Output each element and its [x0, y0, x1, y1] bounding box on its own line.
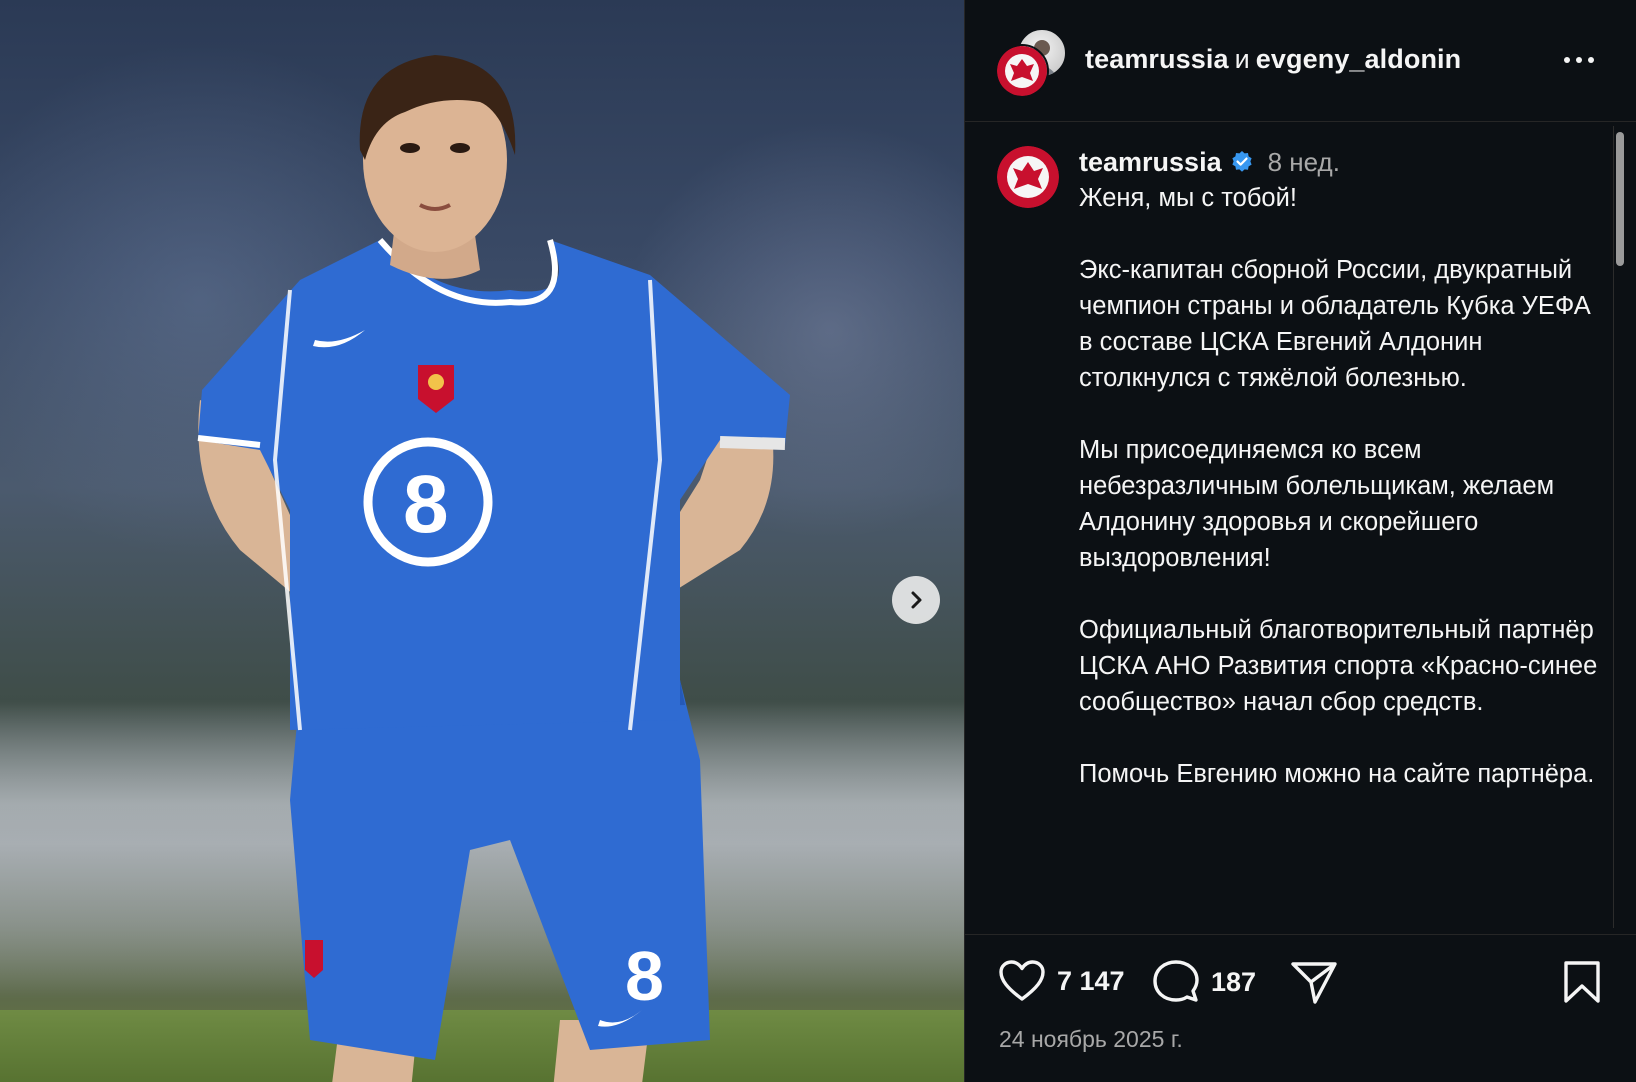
- comments-scrollbar[interactable]: [1613, 126, 1627, 928]
- instagram-post-view: 8 8 teamrussia и evgeny_aldonin teamruss…: [0, 0, 1636, 1082]
- more-options-button[interactable]: [1557, 42, 1601, 78]
- coat-of-arms-icon: [997, 46, 1047, 96]
- heart-icon: [999, 960, 1045, 1001]
- caption-paragraph: Мы присоединяемся ко всем небезразличным…: [1079, 436, 1555, 572]
- post-date[interactable]: 24 ноябрь 2025 г.: [999, 1026, 1183, 1053]
- coat-of-arms-icon: [997, 146, 1059, 208]
- comment-count[interactable]: 187: [1211, 967, 1256, 998]
- player-photo: 8 8: [197, 55, 790, 1082]
- svg-text:8: 8: [625, 937, 664, 1015]
- share-icon: [1291, 962, 1337, 1004]
- scrollbar-track: [1613, 126, 1614, 928]
- caption-header: teamrussia 8 нед.: [1079, 144, 1599, 180]
- caption-avatar-teamrussia[interactable]: [997, 146, 1059, 208]
- verified-badge-icon: [1231, 151, 1252, 172]
- post-age[interactable]: 8 нед.: [1268, 144, 1340, 180]
- avatar-teamrussia[interactable]: [995, 44, 1049, 98]
- more-dot: [1576, 57, 1582, 63]
- comments-section[interactable]: teamrussia 8 нед. Женя, мы с тобой! Экс-…: [965, 122, 1636, 935]
- comment-button[interactable]: 187: [1153, 960, 1256, 1004]
- author-link-evgeny-aldonin[interactable]: evgeny_aldonin: [1256, 44, 1461, 74]
- caption-line: Женя, мы с тобой!: [1079, 184, 1297, 212]
- more-dot: [1588, 57, 1594, 63]
- scrollbar-thumb[interactable]: [1616, 132, 1624, 266]
- chevron-right-icon: [911, 591, 922, 609]
- post-actions: 7 147 187 24 ноябрь 2025 г.: [965, 936, 1636, 1082]
- post-header: teamrussia и evgeny_aldonin: [965, 0, 1636, 122]
- author-link-teamrussia[interactable]: teamrussia: [1085, 44, 1229, 74]
- caption-paragraph: Помочь Евгению можно на сайте партнёра.: [1079, 760, 1595, 788]
- save-button[interactable]: [1563, 960, 1601, 1004]
- authors-conjunction: и: [1234, 44, 1250, 74]
- next-media-button[interactable]: [892, 576, 940, 624]
- share-button[interactable]: [1291, 960, 1337, 1004]
- svg-text:8: 8: [403, 459, 449, 550]
- comment-icon: [1153, 960, 1199, 1002]
- collab-avatars[interactable]: [995, 28, 1067, 98]
- like-count[interactable]: 7 147: [1057, 966, 1125, 997]
- like-button[interactable]: 7 147: [999, 960, 1125, 1002]
- post-media[interactable]: 8 8: [0, 0, 964, 1082]
- bookmark-icon: [1564, 961, 1600, 1003]
- caption-paragraph: Экс-капитан сборной России, двукратный ч…: [1079, 256, 1591, 392]
- post-authors: teamrussia и evgeny_aldonin: [1085, 44, 1461, 75]
- caption-username[interactable]: teamrussia: [1079, 144, 1222, 180]
- post-side-panel: teamrussia и evgeny_aldonin teamrussia 8…: [964, 0, 1636, 1082]
- more-horizontal-icon: [1564, 57, 1570, 63]
- caption-paragraph: Официальный благотворительный партнёр ЦС…: [1079, 616, 1598, 716]
- post-caption: teamrussia 8 нед. Женя, мы с тобой! Экс-…: [1079, 144, 1599, 792]
